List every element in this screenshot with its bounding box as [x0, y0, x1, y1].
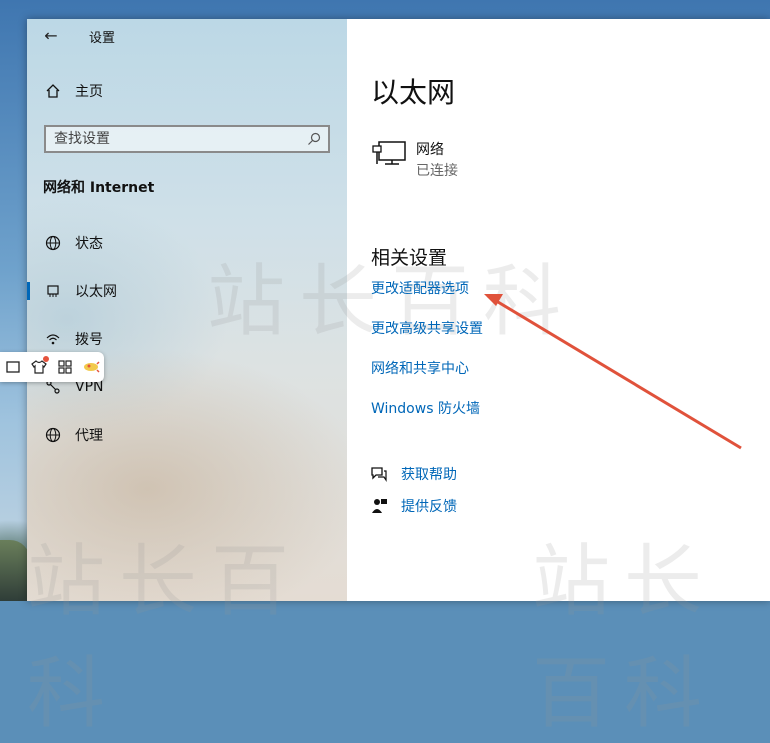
window-icon[interactable]	[0, 352, 26, 382]
globe-icon	[43, 233, 63, 253]
network-status: 已连接	[416, 163, 458, 179]
sidebar: ← 设置 主页 网络和 Internet 状态 以太网	[27, 19, 347, 739]
link-advanced-sharing-settings[interactable]: 更改高级共享设置	[371, 318, 483, 338]
sidebar-item-label: 拨号	[75, 332, 103, 348]
link-windows-firewall[interactable]: Windows 防火墙	[371, 398, 480, 418]
watermark: 站长百科	[27, 537, 304, 739]
give-feedback-label: 提供反馈	[401, 499, 457, 515]
floating-toolbar	[0, 352, 104, 382]
related-settings-title: 相关设置	[371, 247, 448, 269]
page-title: 以太网	[371, 76, 456, 109]
search-box[interactable]	[44, 125, 330, 153]
sidebar-item-proxy[interactable]: 代理	[27, 417, 347, 453]
link-network-sharing-center[interactable]: 网络和共享中心	[371, 358, 469, 378]
give-feedback-link[interactable]: 提供反馈	[369, 495, 457, 517]
settings-window: ← 设置 主页 网络和 Internet 状态 以太网	[27, 19, 770, 739]
main-content: 以太网 网络 已连接 站长百科 相关设置 更改适配器选项 更改高级共享设置 网络…	[207, 19, 770, 739]
rocket-icon[interactable]	[78, 352, 104, 382]
dialup-icon	[43, 329, 63, 349]
app-title: 设置	[89, 31, 116, 46]
sidebar-item-home[interactable]: 主页	[27, 73, 347, 109]
desktop-wallpaper-rock	[0, 540, 30, 601]
sidebar-item-status[interactable]: 状态	[27, 225, 347, 261]
network-name: 网络	[416, 142, 444, 158]
home-icon	[43, 81, 63, 101]
sidebar-item-label: 代理	[75, 428, 103, 444]
sidebar-item-ethernet[interactable]: 以太网	[27, 273, 347, 309]
notification-dot	[43, 356, 49, 362]
selected-indicator	[27, 282, 30, 300]
section-title: 网络和 Internet	[43, 180, 155, 196]
shirt-icon[interactable]	[26, 352, 52, 382]
search-icon	[308, 132, 321, 145]
sidebar-item-label: 状态	[75, 236, 103, 252]
globe-icon	[43, 425, 63, 445]
back-arrow-icon[interactable]: ←	[37, 23, 65, 49]
get-help-link[interactable]: 获取帮助	[369, 463, 457, 485]
sidebar-item-label: 主页	[75, 84, 103, 100]
help-chat-icon	[369, 464, 389, 484]
watermark: 站长百科	[532, 537, 717, 739]
feedback-icon	[369, 496, 389, 516]
ethernet-icon	[43, 281, 63, 301]
get-help-label: 获取帮助	[401, 467, 457, 483]
sidebar-item-label: 以太网	[75, 284, 117, 300]
link-change-adapter-options[interactable]: 更改适配器选项	[371, 278, 469, 298]
network-computer-icon	[372, 141, 406, 165]
apps-grid-icon[interactable]	[52, 352, 78, 382]
search-input[interactable]	[46, 127, 294, 151]
